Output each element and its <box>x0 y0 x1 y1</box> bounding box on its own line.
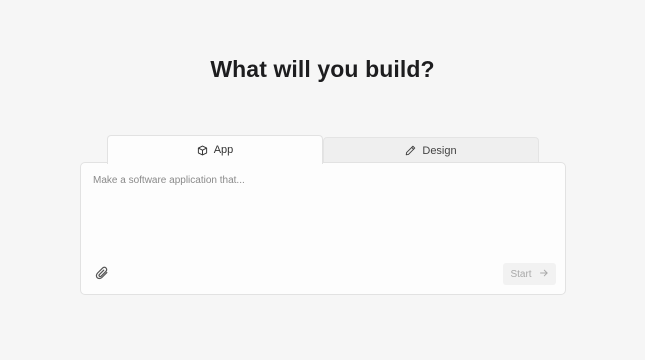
page: What will you build? App Design Make a s… <box>0 0 645 360</box>
prompt-input[interactable] <box>93 175 553 255</box>
prompt-card: Start <box>80 162 566 295</box>
mode-tabs: App Design <box>107 135 539 164</box>
tab-app[interactable]: App <box>107 135 323 164</box>
pen-icon <box>405 145 416 156</box>
start-button-label: Start <box>510 268 532 280</box>
start-button[interactable]: Start <box>503 263 556 285</box>
cube-icon <box>197 145 208 156</box>
page-title: What will you build? <box>210 56 435 82</box>
tab-design[interactable]: Design <box>323 137 539 163</box>
paperclip-icon[interactable] <box>95 266 109 280</box>
arrow-right-icon <box>539 268 549 281</box>
tab-app-label: App <box>213 144 234 156</box>
tab-design-label: Design <box>422 144 457 157</box>
